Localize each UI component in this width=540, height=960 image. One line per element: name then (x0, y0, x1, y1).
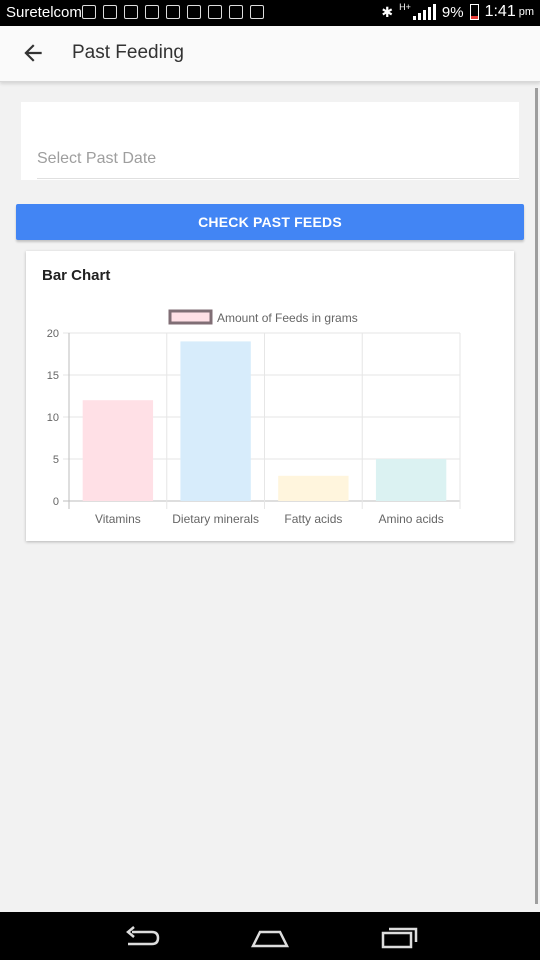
check-past-feeds-button[interactable]: CHECK PAST FEEDS (16, 204, 524, 240)
y-tick-label: 20 (47, 328, 59, 340)
page-title: Past Feeding (72, 42, 184, 63)
legend-swatch (168, 309, 213, 325)
x-tick-label: Dietary minerals (172, 512, 259, 526)
x-tick-label: Fatty acids (284, 512, 342, 526)
image-icon (250, 5, 264, 19)
past-date-input[interactable] (37, 140, 519, 179)
recent-apps-nav-icon[interactable] (380, 924, 420, 950)
clock-ampm: pm (518, 6, 534, 18)
bar (180, 341, 251, 501)
app-bar: Past Feeding (0, 26, 540, 82)
battery-percent: 9% (441, 3, 464, 21)
x-icon (208, 5, 222, 19)
home-nav-icon[interactable] (250, 924, 290, 950)
bluetooth-icon: ✱ (381, 3, 394, 20)
back-nav-icon[interactable] (122, 924, 162, 950)
wifi-hotspot-icon (187, 5, 201, 19)
bar (375, 459, 447, 501)
navigation-bar (0, 912, 540, 960)
status-right: ✱ H+ 9% 1:41 pm (381, 2, 534, 21)
bar (82, 400, 154, 501)
paypal-icon (166, 5, 180, 19)
carrier-name: Suretelcom (6, 4, 82, 21)
network-type: H+ (399, 2, 411, 12)
y-tick-label: 15 (47, 370, 59, 382)
clock-time: 1:41 (484, 3, 516, 20)
y-tick-label: 10 (47, 412, 59, 424)
gmail-icon (229, 5, 243, 19)
bar-chart-card: Bar Chart 0 5 10 15 20 Vitamins Dietary minera… (26, 251, 514, 541)
y-tick-label: 0 (53, 496, 59, 508)
bar (278, 475, 349, 501)
scrollbar[interactable] (535, 88, 538, 904)
status-bar: Suretelcom ✱ H+ 9% 1:41 pm (0, 0, 540, 26)
facebook-icon (124, 5, 138, 19)
facebook-icon (145, 5, 159, 19)
gmail-icon (103, 5, 117, 19)
legend-label: Amount of Feeds in grams (217, 311, 358, 325)
whatsapp-icon (82, 5, 96, 19)
notification-icons (82, 5, 264, 19)
y-tick-label: 5 (53, 454, 59, 466)
date-picker-card (21, 102, 519, 180)
back-arrow-icon[interactable] (20, 40, 46, 66)
x-tick-label: Amino acids (378, 512, 443, 526)
bar-chart: 0 5 10 15 20 Vitamins Dietary minerals Fatty ac… (47, 309, 461, 526)
signal-icon (412, 4, 436, 20)
x-tick-label: Vitamins (95, 512, 141, 526)
battery-icon (469, 4, 479, 20)
